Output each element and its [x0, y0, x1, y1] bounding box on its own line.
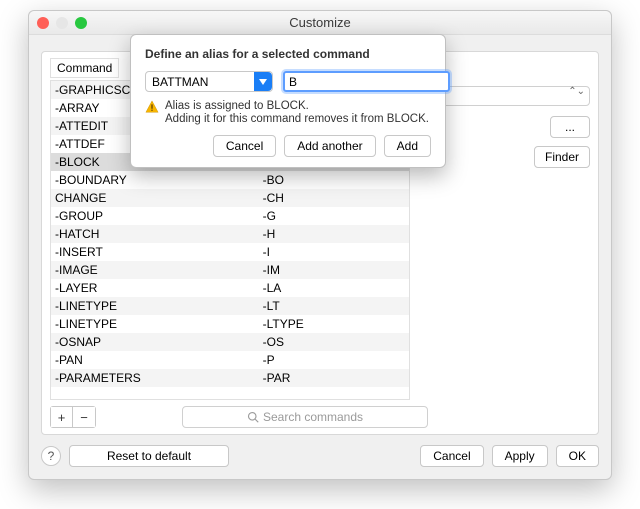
remove-button[interactable]: − [73, 407, 95, 427]
table-row: -HATCH-H [51, 225, 409, 243]
warning-icon [145, 100, 159, 125]
add-button[interactable]: Add [384, 135, 431, 157]
bottom-bar: ? Reset to default Cancel Apply OK [41, 443, 599, 469]
add-another-button[interactable]: Add another [284, 135, 375, 157]
warning-line-1: Alias is assigned to BLOCK. [165, 100, 429, 112]
finder-button[interactable]: Finder [534, 146, 590, 168]
table-row: -LINETYPE-LTYPE [51, 315, 409, 333]
table-row: -LAYER-LA [51, 279, 409, 297]
table-row: -IMAGE-IM [51, 261, 409, 279]
table-row: -BOUNDARY-BO [51, 171, 409, 189]
help-icon: ? [48, 449, 55, 463]
command-select[interactable]: BATTMAN [145, 71, 273, 92]
add-remove-group: + − [50, 406, 96, 428]
alias-popover: Define an alias for a selected command B… [130, 34, 446, 168]
table-row: -LINETYPE-LT [51, 297, 409, 315]
table-row: -INSERT-I [51, 243, 409, 261]
close-icon[interactable] [37, 17, 49, 29]
plus-icon: + [58, 410, 66, 425]
table-row: -PARAMETERS-PAR [51, 369, 409, 387]
search-icon [247, 411, 259, 423]
chevron-down-icon [254, 72, 272, 91]
browse-button[interactable]: ... [550, 116, 590, 138]
apply-button[interactable]: Apply [492, 445, 548, 467]
alias-input[interactable] [283, 71, 450, 92]
add-button[interactable]: + [51, 407, 73, 427]
warning-line-2: Adding it for this command removes it fr… [165, 113, 429, 125]
help-button[interactable]: ? [41, 446, 61, 466]
ok-button[interactable]: OK [556, 445, 599, 467]
reset-button[interactable]: Reset to default [69, 445, 229, 467]
warning-row: Alias is assigned to BLOCK. Adding it fo… [145, 100, 431, 125]
table-row: -OSNAP-OS [51, 333, 409, 351]
zoom-icon[interactable] [75, 17, 87, 29]
search-input[interactable]: Search commands [182, 406, 428, 428]
search-placeholder: Search commands [263, 410, 363, 424]
command-select-value: BATTMAN [146, 75, 208, 89]
cancel-button[interactable]: Cancel [420, 445, 483, 467]
file-select[interactable] [434, 86, 590, 106]
titlebar: Customize [29, 11, 611, 35]
table-row: -GROUP-G [51, 207, 409, 225]
popover-title: Define an alias for a selected command [145, 47, 431, 61]
minimize-icon [56, 17, 68, 29]
column-header-command[interactable]: Command [50, 58, 119, 78]
table-row: CHANGE-CH [51, 189, 409, 207]
minus-icon: − [80, 410, 88, 425]
window-title: Customize [29, 15, 611, 30]
table-row: -PAN-P [51, 351, 409, 369]
popover-cancel-button[interactable]: Cancel [213, 135, 276, 157]
